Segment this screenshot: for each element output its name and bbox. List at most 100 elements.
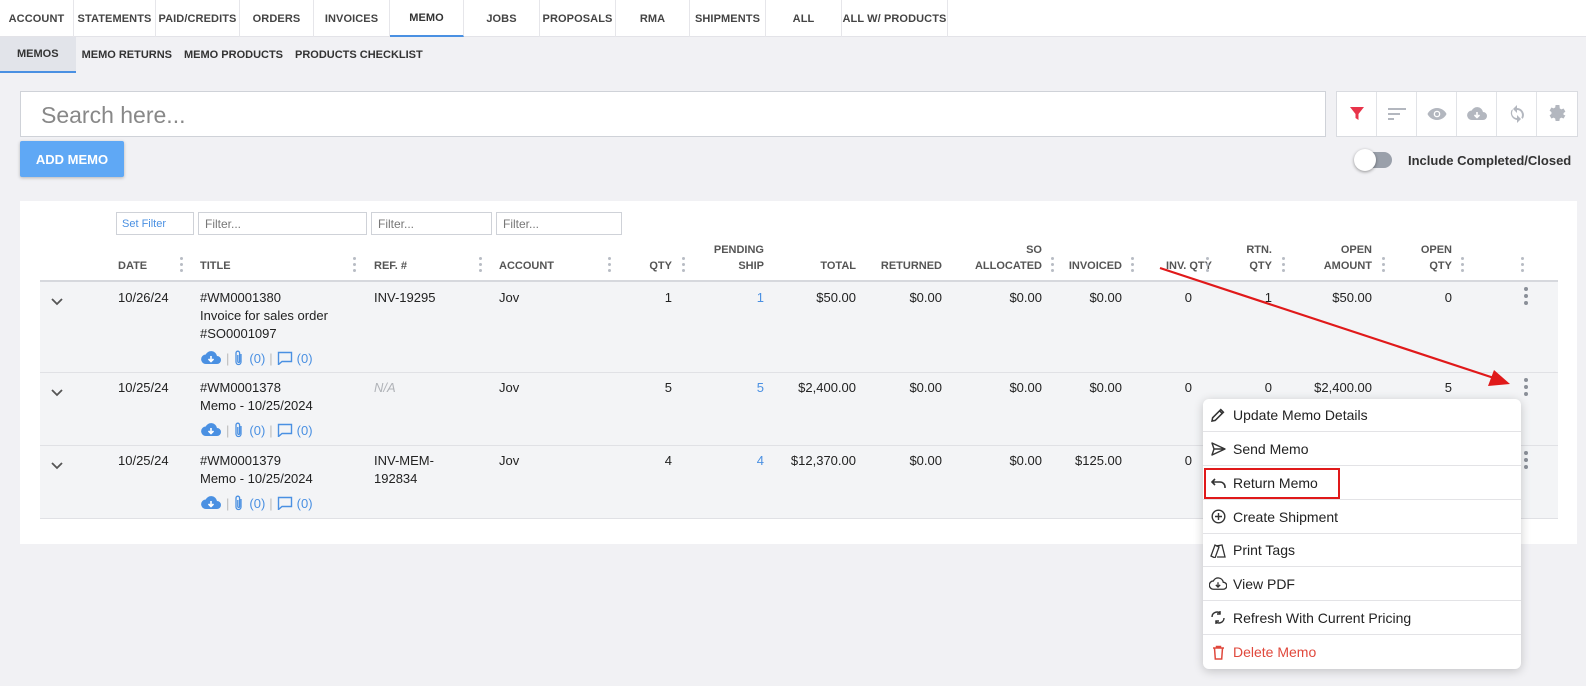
- cloud-download-icon[interactable]: [200, 350, 222, 366]
- filter-icon[interactable]: [1337, 92, 1377, 136]
- col-date[interactable]: DATE: [118, 258, 147, 274]
- col-menu-icon[interactable]: [1131, 257, 1134, 275]
- cloud-download-icon[interactable]: [200, 495, 222, 511]
- tab-statements[interactable]: STATEMENTS: [74, 0, 156, 37]
- table-row[interactable]: 10/26/24 #WM0001380 Invoice for sales ord…: [40, 282, 1558, 373]
- menu-send-memo[interactable]: Send Memo: [1203, 432, 1521, 466]
- subtab-memos[interactable]: MEMOS: [0, 37, 76, 73]
- subtab-products-checklist[interactable]: PRODUCTS CHECKLIST: [289, 37, 429, 73]
- col-menu-icon[interactable]: [1206, 257, 1209, 275]
- menu-item-label: View PDF: [1233, 575, 1295, 592]
- col-menu-icon[interactable]: [479, 257, 482, 275]
- col-total[interactable]: TOTAL: [790, 258, 856, 274]
- attachments-count[interactable]: (0): [249, 423, 265, 438]
- sub-tabs: MEMOS MEMO RETURNS MEMO PRODUCTS PRODUCT…: [0, 37, 429, 73]
- cell-account: Jov: [499, 453, 520, 468]
- sort-icon[interactable]: [1377, 92, 1417, 136]
- col-menu-icon[interactable]: [1282, 257, 1285, 275]
- row-icons: | (0) | (0): [200, 422, 313, 438]
- cloud-download-icon[interactable]: [1457, 92, 1497, 136]
- col-rtn-qty[interactable]: RTN. QTY: [1220, 242, 1272, 274]
- paperclip-icon[interactable]: [233, 495, 245, 511]
- cell-qty: 5: [664, 380, 672, 395]
- set-filter-button[interactable]: Set Filter: [116, 212, 194, 235]
- cloud-download-icon[interactable]: [200, 422, 222, 438]
- cell-pending-ship[interactable]: 1: [700, 289, 764, 307]
- sync-icon[interactable]: [1497, 92, 1537, 136]
- filter-ref-input[interactable]: Filter...: [371, 212, 492, 235]
- col-menu-icon[interactable]: [682, 257, 685, 275]
- col-returned[interactable]: RETURNED: [870, 258, 942, 274]
- col-menu-icon[interactable]: [180, 257, 183, 275]
- chevron-down-icon[interactable]: [50, 388, 64, 398]
- col-account[interactable]: ACCOUNT: [499, 258, 554, 274]
- col-menu-icon[interactable]: [1051, 257, 1054, 275]
- col-qty[interactable]: QTY: [620, 258, 672, 274]
- col-menu-icon[interactable]: [1461, 257, 1464, 275]
- col-menu-icon[interactable]: [1521, 257, 1524, 275]
- row-actions-kebab-icon[interactable]: [1524, 287, 1528, 308]
- comments-count[interactable]: (0): [297, 496, 313, 511]
- tab-shipments[interactable]: SHIPMENTS: [690, 0, 766, 37]
- col-menu-icon[interactable]: [1382, 257, 1385, 275]
- comments-count[interactable]: (0): [297, 351, 313, 366]
- col-invoiced[interactable]: INVOICED: [1060, 258, 1122, 274]
- col-open-qty[interactable]: OPEN QTY: [1400, 242, 1452, 274]
- attachments-count[interactable]: (0): [249, 496, 265, 511]
- tab-rma[interactable]: RMA: [616, 0, 690, 37]
- search-input[interactable]: Search here...: [20, 91, 1326, 137]
- paperclip-icon[interactable]: [233, 350, 245, 366]
- tab-jobs[interactable]: JOBS: [464, 0, 540, 37]
- cell-pending-ship[interactable]: 4: [700, 452, 764, 470]
- row-actions-kebab-icon[interactable]: [1524, 378, 1528, 399]
- row-actions-kebab-icon[interactable]: [1524, 451, 1528, 472]
- comment-icon[interactable]: [277, 423, 293, 437]
- comment-icon[interactable]: [277, 496, 293, 510]
- filter-account-input[interactable]: Filter...: [496, 212, 622, 235]
- include-completed-toggle[interactable]: [1354, 149, 1392, 171]
- trash-icon: [1203, 645, 1233, 660]
- tab-all-with-products[interactable]: ALL W/ PRODUCTS: [842, 0, 948, 37]
- filter-title-input[interactable]: Filter...: [198, 212, 367, 235]
- chevron-down-icon[interactable]: [50, 297, 64, 307]
- chevron-down-icon[interactable]: [50, 461, 64, 471]
- tab-memo[interactable]: MEMO: [390, 0, 464, 37]
- cell-title: #WM0001379 Memo - 10/25/2024: [200, 453, 313, 486]
- tab-paid-credits[interactable]: PAID/CREDITS: [156, 0, 240, 37]
- comment-icon[interactable]: [277, 351, 293, 365]
- col-pending-ship[interactable]: PENDING SHIP: [700, 242, 764, 274]
- menu-update-memo-details[interactable]: Update Memo Details: [1203, 399, 1521, 432]
- tab-orders[interactable]: ORDERS: [240, 0, 314, 37]
- paperclip-icon[interactable]: [233, 422, 245, 438]
- tab-invoices[interactable]: INVOICES: [314, 0, 390, 37]
- tab-account[interactable]: ACCOUNT: [0, 0, 74, 37]
- menu-create-shipment[interactable]: Create Shipment: [1203, 500, 1521, 534]
- col-menu-icon[interactable]: [353, 257, 356, 275]
- add-memo-button[interactable]: ADD MEMO: [20, 141, 124, 177]
- menu-item-label: Refresh With Current Pricing: [1233, 609, 1412, 626]
- col-menu-icon[interactable]: [608, 257, 611, 275]
- menu-print-tags[interactable]: Print Tags: [1203, 534, 1521, 567]
- col-ref[interactable]: REF. #: [374, 258, 407, 274]
- eye-icon[interactable]: [1417, 92, 1457, 136]
- cell-so-allocated: $0.00: [1009, 453, 1042, 468]
- col-open-amount[interactable]: OPEN AMOUNT: [1290, 242, 1372, 274]
- cell-pending-ship[interactable]: 5: [700, 379, 764, 397]
- col-inv-qty[interactable]: INV. QTY: [1140, 258, 1212, 274]
- comments-count[interactable]: (0): [297, 423, 313, 438]
- row-icons: | (0) | (0): [200, 350, 313, 366]
- menu-refresh-with-current-pricing[interactable]: Refresh With Current Pricing: [1203, 601, 1521, 635]
- col-title[interactable]: TITLE: [200, 258, 231, 274]
- menu-view-pdf[interactable]: View PDF: [1203, 567, 1521, 601]
- menu-delete-memo[interactable]: Delete Memo: [1203, 635, 1521, 669]
- col-so-allocated[interactable]: SO ALLOCATED: [950, 242, 1042, 274]
- tab-proposals[interactable]: PROPOSALS: [540, 0, 616, 37]
- cell-date: 10/26/24: [118, 290, 169, 305]
- cell-so-allocated: $0.00: [1009, 380, 1042, 395]
- gear-icon[interactable]: [1537, 92, 1577, 136]
- subtab-memo-returns[interactable]: MEMO RETURNS: [76, 37, 178, 73]
- tab-all[interactable]: ALL: [766, 0, 842, 37]
- attachments-count[interactable]: (0): [249, 351, 265, 366]
- cell-open-qty: 0: [1444, 290, 1452, 305]
- subtab-memo-products[interactable]: MEMO PRODUCTS: [178, 37, 289, 73]
